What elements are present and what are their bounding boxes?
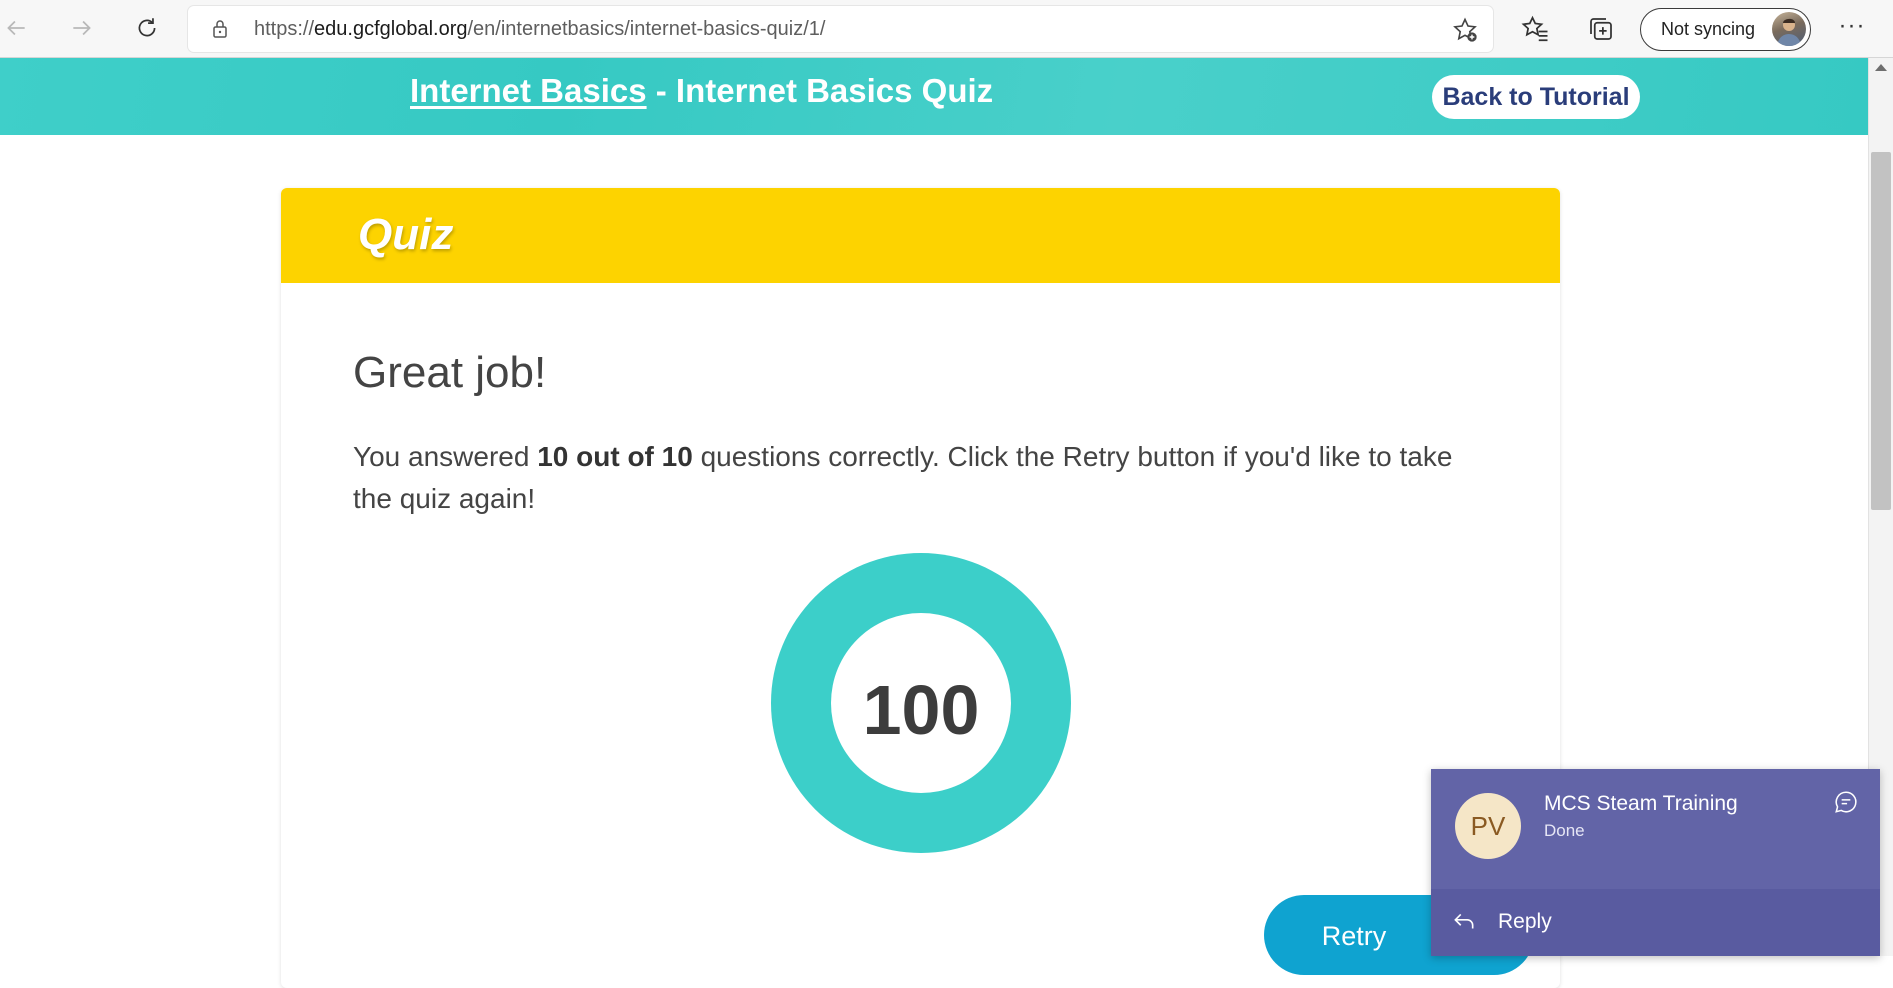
browser-toolbar: https://edu.gcfglobal.org/en/internetbas… xyxy=(0,0,1893,58)
course-link[interactable]: Internet Basics xyxy=(410,72,647,109)
score-ring: 100 xyxy=(771,553,1071,853)
result-title: Great job! xyxy=(353,348,547,397)
refresh-icon xyxy=(138,18,156,37)
message-preview: Done xyxy=(1544,821,1585,840)
page-title: Internet Basics - Internet Basics Quiz xyxy=(410,72,993,110)
back-arrow-icon xyxy=(7,20,25,36)
quiz-card: Quiz Great job! You answered 10 out of 1… xyxy=(281,188,1560,988)
reply-arrow-icon xyxy=(1454,913,1474,929)
course-header-band: Internet Basics - Internet Basics Quiz B… xyxy=(0,58,1868,135)
lock-icon[interactable] xyxy=(208,17,232,41)
message-score: 10 out of 10 xyxy=(537,441,693,472)
sync-status-button[interactable]: Not syncing xyxy=(1640,8,1811,51)
sender-avatar: PV xyxy=(1455,793,1521,859)
quiz-heading: Quiz xyxy=(358,210,454,259)
quiz-card-header: Quiz xyxy=(281,188,1560,283)
title-separator: - xyxy=(646,72,676,109)
refresh-button[interactable] xyxy=(127,8,167,48)
sync-label: Not syncing xyxy=(1661,19,1756,39)
url-domain: edu.gcfglobal.org xyxy=(314,18,468,40)
back-to-tutorial-button[interactable]: Back to Tutorial xyxy=(1432,75,1640,119)
message-prefix: You answered xyxy=(353,441,538,472)
profile-avatar xyxy=(1772,12,1806,46)
collections-icon[interactable] xyxy=(1586,14,1616,44)
score-value: 100 xyxy=(862,671,980,749)
url-prefix: https:// xyxy=(254,18,315,40)
forward-arrow-icon xyxy=(73,20,91,36)
quiz-title: Internet Basics Quiz xyxy=(675,72,994,109)
favorites-icon[interactable] xyxy=(1520,14,1550,44)
forward-button[interactable] xyxy=(62,8,102,48)
address-bar[interactable]: https://edu.gcfglobal.org/en/internetbas… xyxy=(188,6,1493,52)
url-path: /en/internetbasics/internet-basics-quiz/… xyxy=(467,18,826,40)
score-ring-center: 100 xyxy=(831,613,1011,793)
teams-notification[interactable]: PV MCS Steam Training Done Reply xyxy=(1431,769,1880,956)
sender-name: MCS Steam Training xyxy=(1544,792,1738,815)
url-text[interactable]: https://edu.gcfglobal.org/en/internetbas… xyxy=(254,6,825,52)
scrollbar-thumb[interactable] xyxy=(1871,152,1891,510)
more-icon[interactable]: ··· xyxy=(1838,14,1866,44)
result-message: You answered 10 out of 10 questions corr… xyxy=(353,436,1473,520)
add-favorite-icon[interactable] xyxy=(1451,16,1479,44)
scroll-up-arrow-icon[interactable] xyxy=(1875,64,1887,71)
back-button[interactable] xyxy=(0,8,36,48)
reply-label: Reply xyxy=(1498,910,1552,933)
chat-icon[interactable] xyxy=(1833,789,1859,815)
reply-button[interactable]: Reply xyxy=(1431,889,1880,956)
